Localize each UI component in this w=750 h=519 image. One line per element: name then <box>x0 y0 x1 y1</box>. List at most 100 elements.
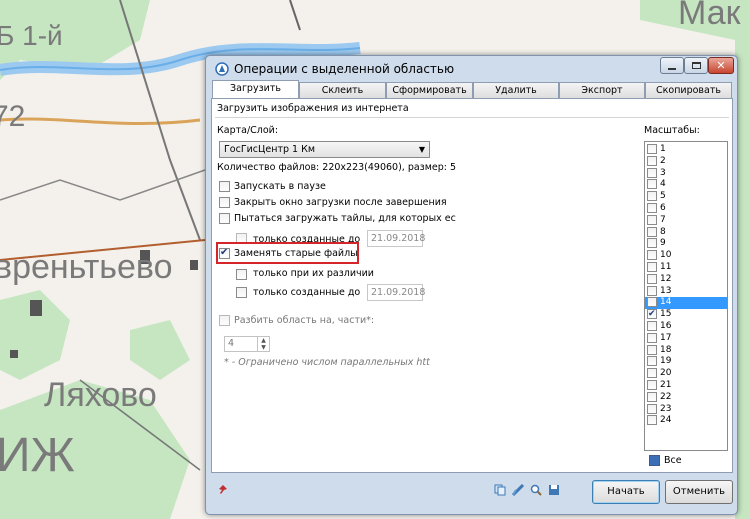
scale-row[interactable]: 18 <box>645 344 727 357</box>
scale-row[interactable]: 21 <box>645 380 727 392</box>
copy-icon[interactable] <box>494 484 506 496</box>
scale-row[interactable]: 14 <box>645 297 727 310</box>
dialog-footer: Начать Отменить <box>206 476 737 514</box>
checkmark-icon: ✔ <box>220 247 229 258</box>
split-spinner[interactable]: 4 ▲ ▼ <box>224 336 270 352</box>
scale-number: 21 <box>660 380 672 390</box>
scale-checkbox[interactable] <box>647 391 657 402</box>
scale-row[interactable]: 2 <box>645 155 727 168</box>
tab-copy[interactable]: Скопировать <box>645 82 732 98</box>
scale-checkbox[interactable] <box>647 250 657 261</box>
tab-delete[interactable]: Удалить <box>473 82 559 98</box>
start-button[interactable]: Начать <box>592 480 660 504</box>
scale-number: 12 <box>660 273 672 284</box>
title-bar[interactable]: Операции с выделенной областью ✕ <box>206 56 737 80</box>
spinner-arrows-icon[interactable]: ▲ ▼ <box>257 337 269 351</box>
scale-row[interactable]: 22 <box>645 391 727 404</box>
scale-row[interactable]: 3 <box>645 167 727 180</box>
scale-checkbox[interactable] <box>647 238 657 249</box>
scale-row[interactable]: 20 <box>645 368 727 380</box>
all-scales-checkbox[interactable] <box>649 455 660 466</box>
retry-checkbox[interactable] <box>219 213 230 224</box>
scale-checkbox[interactable] <box>647 226 657 237</box>
split-value: 4 <box>228 338 235 349</box>
split-label: Разбить область на, части*: <box>234 315 375 326</box>
scale-row[interactable]: 11 <box>645 262 727 274</box>
scale-checkbox[interactable] <box>647 356 657 367</box>
pin-icon[interactable] <box>217 484 229 496</box>
minimize-icon <box>668 67 676 70</box>
scale-checkbox[interactable] <box>647 167 657 178</box>
pause-checkbox[interactable] <box>219 181 230 192</box>
scale-checkbox[interactable] <box>647 415 657 426</box>
created-before2-checkbox[interactable] <box>236 287 247 298</box>
app-icon <box>215 62 229 76</box>
minimize-button[interactable] <box>660 57 684 74</box>
map-label-lyakhovo: Ляхово <box>44 376 157 414</box>
scale-checkbox[interactable] <box>647 380 657 390</box>
map-layer-select[interactable]: ГосГисЦентр 1 Км ▼ <box>219 141 430 158</box>
scale-number: 11 <box>660 262 672 272</box>
scale-checkbox[interactable] <box>647 191 657 202</box>
scale-row[interactable]: 6 <box>645 203 727 215</box>
scale-checkbox[interactable]: ✔ <box>647 309 657 320</box>
scale-row[interactable]: ✔ 15 <box>645 309 727 321</box>
close-button[interactable]: ✕ <box>708 57 734 74</box>
only-diff-label: только при их различии <box>253 268 374 279</box>
scale-checkbox[interactable] <box>647 332 657 343</box>
scale-row[interactable]: 23 <box>645 403 727 416</box>
scale-checkbox[interactable] <box>647 273 657 284</box>
zoom-icon[interactable] <box>530 484 542 496</box>
section-title: Загрузить изображения из интернета <box>217 103 409 114</box>
created-before2-date[interactable]: 21.09.2018 <box>367 284 425 301</box>
scale-row[interactable]: 10 <box>645 250 727 262</box>
tab-download[interactable]: Загрузить <box>212 80 299 99</box>
scale-checkbox[interactable] <box>647 368 657 379</box>
scale-number: 14 <box>660 297 672 308</box>
scale-checkbox[interactable] <box>647 285 657 296</box>
scale-row[interactable]: 5 <box>645 191 727 203</box>
created-before-date[interactable]: 21.09.2018 <box>367 230 425 247</box>
scale-checkbox[interactable] <box>647 214 657 225</box>
scale-number: 6 <box>660 203 666 213</box>
maximize-button[interactable] <box>684 57 708 74</box>
scale-row[interactable]: 8 <box>645 226 727 239</box>
scale-checkbox[interactable] <box>647 297 657 308</box>
scale-row[interactable]: 13 <box>645 285 727 298</box>
scale-row[interactable]: 1 <box>645 144 727 156</box>
scale-row[interactable]: 16 <box>645 321 727 333</box>
replace-checkbox[interactable]: ✔ <box>219 247 230 259</box>
scale-number: 19 <box>660 356 672 367</box>
scale-checkbox[interactable] <box>647 179 657 190</box>
only-diff-checkbox[interactable] <box>236 269 247 280</box>
scale-number: 17 <box>660 332 672 343</box>
map-label-1y: Б 1-й <box>0 20 63 51</box>
scale-row[interactable]: 17 <box>645 332 727 345</box>
scale-number: 3 <box>660 167 666 178</box>
created-before2-label: только созданные до <box>253 287 361 298</box>
scale-row[interactable]: 12 <box>645 273 727 286</box>
close-after-checkbox[interactable] <box>219 197 230 208</box>
tab-generate[interactable]: Сформировать <box>386 82 473 98</box>
split-checkbox[interactable] <box>219 315 230 326</box>
scale-row[interactable]: 9 <box>645 238 727 250</box>
scale-checkbox[interactable] <box>647 203 657 213</box>
scale-checkbox[interactable] <box>647 262 657 272</box>
scale-row[interactable]: 19 <box>645 356 727 368</box>
paste-icon[interactable] <box>512 484 524 496</box>
scale-checkbox[interactable] <box>647 344 657 355</box>
scale-row[interactable]: 7 <box>645 214 727 227</box>
scale-number: 5 <box>660 191 666 202</box>
scale-checkbox[interactable] <box>647 321 657 331</box>
tab-merge[interactable]: Склеить <box>299 82 386 98</box>
scale-row[interactable]: 24 <box>645 415 727 427</box>
save-icon[interactable] <box>548 484 560 496</box>
scale-checkbox[interactable] <box>647 403 657 414</box>
scale-checkbox[interactable] <box>647 155 657 166</box>
scale-row[interactable]: 4 <box>645 179 727 191</box>
cancel-button[interactable]: Отменить <box>665 480 733 504</box>
maximize-icon <box>691 62 701 69</box>
tab-export[interactable]: Экспорт <box>559 82 645 98</box>
scales-list[interactable]: 1 2 3 4 5 6 7 8 9 10 11 12 13 14 ✔ 15 16 17 18 19 20 21 22 23 24 <box>644 141 728 451</box>
scale-checkbox[interactable] <box>647 144 657 154</box>
